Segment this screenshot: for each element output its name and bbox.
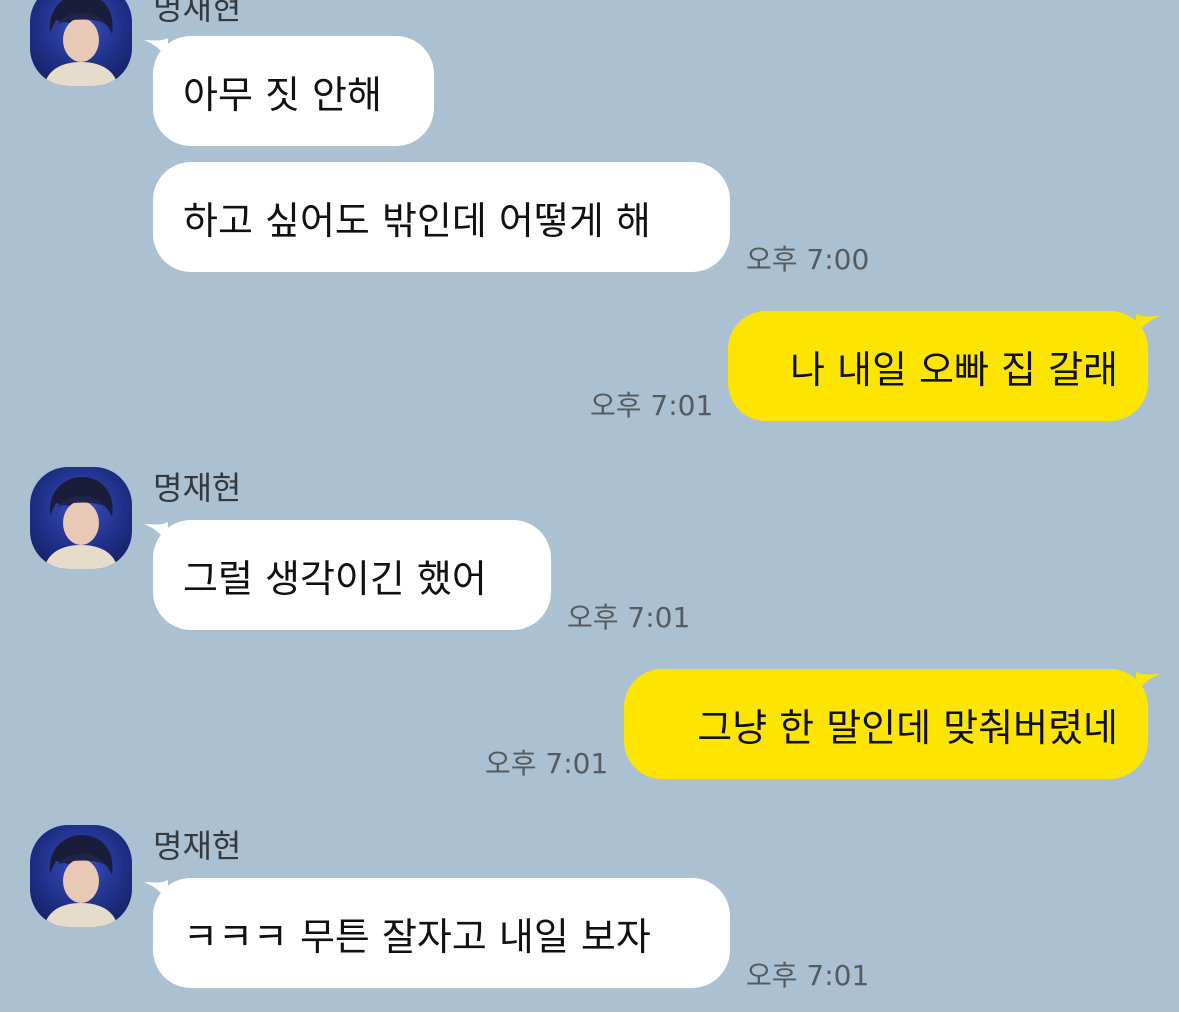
avatar[interactable] xyxy=(30,467,132,569)
message-bubble[interactable]: 아무 짓 안해 xyxy=(153,36,434,146)
message-text: 그냥 한 말인데 맞춰버렸네 xyxy=(697,705,1118,750)
message-bubble[interactable]: 그럴 생각이긴 했어 xyxy=(153,520,551,630)
message-text: 하고 싶어도 밖인데 어떻게 해 xyxy=(183,198,651,243)
sender-name: 명재현 xyxy=(153,469,242,507)
bubble-tail xyxy=(1136,672,1160,694)
message-text: 나 내일 오빠 집 갈래 xyxy=(790,347,1118,392)
message-time: 오후 7:01 xyxy=(567,601,691,634)
message-bubble[interactable]: 나 내일 오빠 집 갈래 xyxy=(728,311,1148,421)
message-text: ㅋㅋㅋ 무튼 잘자고 내일 보자 xyxy=(183,914,651,959)
message-time: 오후 7:01 xyxy=(485,747,609,780)
avatar[interactable] xyxy=(30,0,132,86)
sender-name: 명재현 xyxy=(153,827,242,865)
avatar[interactable] xyxy=(30,825,132,927)
message-bubble[interactable]: 하고 싶어도 밖인데 어떻게 해 xyxy=(153,162,730,272)
message-time: 오후 7:01 xyxy=(590,389,714,422)
chat-room[interactable]: 명재현 아무 짓 안해 하고 싶어도 밖인데 어떻게 해 오후 7:00 오후 … xyxy=(0,0,1179,1012)
sender-name: 명재현 xyxy=(153,0,242,27)
bubble-tail xyxy=(1136,314,1160,336)
message-text: 그럴 생각이긴 했어 xyxy=(183,556,487,601)
message-bubble[interactable]: 그냥 한 말인데 맞춰버렸네 xyxy=(624,669,1148,779)
message-time: 오후 7:01 xyxy=(746,959,870,992)
message-time: 오후 7:00 xyxy=(746,243,870,276)
message-bubble[interactable]: ㅋㅋㅋ 무튼 잘자고 내일 보자 xyxy=(153,878,730,988)
message-text: 아무 짓 안해 xyxy=(183,72,382,117)
